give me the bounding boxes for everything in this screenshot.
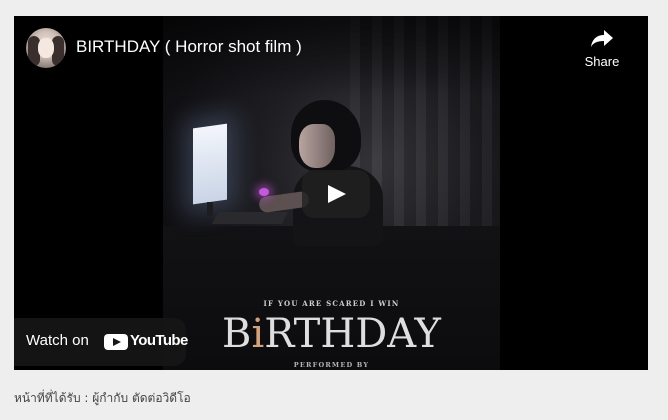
- youtube-play-badge-icon: [104, 334, 128, 350]
- mouse-glow-shape: [259, 188, 269, 196]
- poster-title-prefix: B: [222, 311, 252, 357]
- video-title-link[interactable]: BIRTHDAY ( Horror shot film ): [76, 35, 302, 59]
- monitor-shape: [193, 123, 227, 205]
- monitor-stand-shape: [207, 202, 213, 216]
- channel-avatar[interactable]: [26, 28, 66, 68]
- poster-title-suffix: RTHDAY: [264, 311, 441, 357]
- youtube-embed[interactable]: IF YOU ARE SCARED I WIN BiRTHDAY PERFORM…: [14, 16, 648, 370]
- person-face-shape: [299, 124, 335, 168]
- poster-tagline: IF YOU ARE SCARED I WIN: [263, 299, 400, 308]
- keyboard-shape: [211, 212, 289, 224]
- youtube-logo-icon: YouTube: [104, 332, 188, 351]
- share-arrow-icon: [580, 28, 624, 48]
- poster-credit: PERFORMED BY: [293, 361, 370, 369]
- watch-on-label: Watch on: [26, 332, 89, 349]
- role-caption: หน้าที่ที่ได้รับ : ผู้กำกับ ตัดต่อวิดีโอ: [14, 391, 191, 405]
- share-label: Share: [584, 54, 620, 69]
- watch-on-youtube-button[interactable]: Watch on YouTube: [14, 318, 188, 366]
- play-button[interactable]: [302, 170, 370, 218]
- share-button[interactable]: Share: [580, 28, 624, 78]
- poster-title: BiRTHDAY: [163, 312, 500, 356]
- youtube-wordmark: YouTube: [130, 332, 188, 349]
- poster-title-accent: i: [251, 311, 265, 357]
